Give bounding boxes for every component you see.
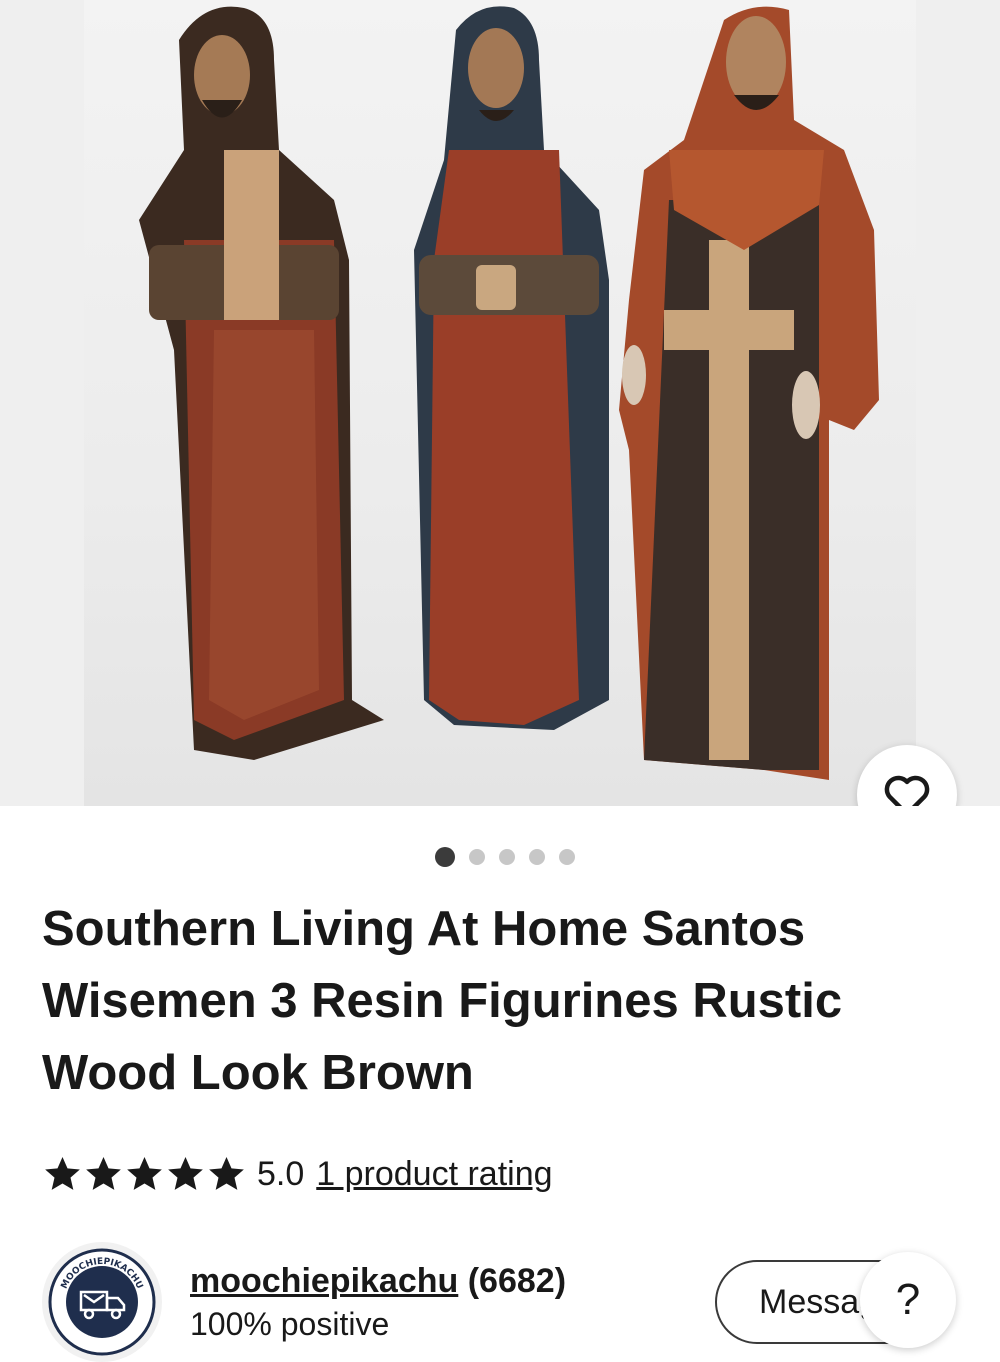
pagination-dot-3[interactable] <box>499 849 515 865</box>
help-button[interactable]: ? <box>860 1252 956 1348</box>
pagination-dot-4[interactable] <box>529 849 545 865</box>
star-icon <box>168 1157 203 1190</box>
star-icon <box>209 1157 244 1190</box>
pagination-dot-2[interactable] <box>469 849 485 865</box>
figurine-middle <box>414 6 609 730</box>
pagination-dot-5[interactable] <box>559 849 575 865</box>
seller-avatar[interactable]: MOOCHIEPIKACHU <box>42 1242 162 1362</box>
image-pagination <box>0 846 1000 868</box>
star-icon <box>45 1157 80 1190</box>
seller-name-link[interactable]: moochiepikachu <box>190 1262 458 1300</box>
star-rating <box>42 1154 247 1194</box>
seller-badge-logo: MOOCHIEPIKACHU <box>48 1248 156 1356</box>
product-rating: 5.0 1 product rating <box>42 1150 553 1198</box>
figurine-right <box>619 6 879 780</box>
heart-icon <box>884 775 930 806</box>
seller-info: moochiepikachu (6682) <box>190 1262 566 1301</box>
product-rating-link[interactable]: 1 product rating <box>316 1155 552 1194</box>
product-photo[interactable] <box>84 0 916 806</box>
rating-value: 5.0 <box>257 1154 305 1193</box>
star-icon <box>127 1157 162 1190</box>
pagination-dot-1[interactable] <box>435 847 455 867</box>
seller-feedback-count: (6682) <box>467 1262 567 1300</box>
star-icon <box>86 1157 121 1190</box>
seller-feedback-percent: 100% positive <box>190 1306 390 1342</box>
image-gallery[interactable] <box>0 0 1000 806</box>
figurine-left <box>139 6 384 760</box>
listing-title: Southern Living At Home Santos Wisemen 3… <box>42 902 843 1100</box>
